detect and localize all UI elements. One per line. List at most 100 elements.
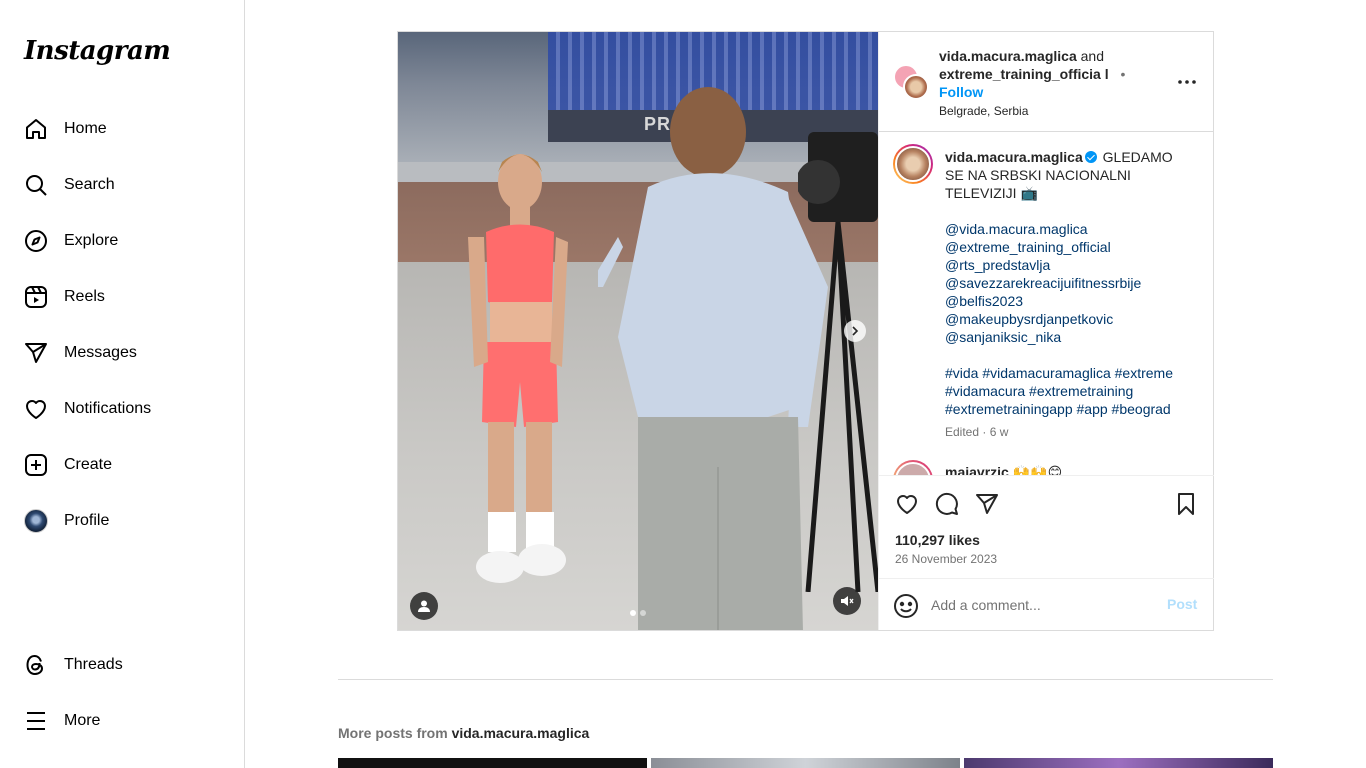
carousel-indicator	[630, 610, 646, 616]
user-icon	[418, 600, 430, 612]
hamburger-icon	[24, 709, 48, 733]
divider	[338, 679, 1273, 680]
author-link[interactable]: vida.macura.maglica	[939, 48, 1077, 64]
more-post-thumbnail[interactable]	[651, 758, 960, 768]
post-dialog: PR vida.macura.maglica and extreme_train…	[397, 31, 1214, 631]
plus-square-icon	[24, 453, 48, 477]
like-button[interactable]	[893, 490, 921, 518]
tv-camera	[798, 132, 878, 592]
location-link[interactable]: Belgrade, Serbia	[939, 104, 1028, 118]
post-date[interactable]: 26 November 2023	[895, 552, 997, 566]
sidebar-item-label: Search	[64, 176, 115, 193]
reels-icon	[24, 285, 48, 309]
sidebar-item-label: Home	[64, 120, 107, 137]
more-post-thumbnail[interactable]	[964, 758, 1273, 768]
collab-avatars[interactable]	[893, 64, 931, 102]
more-posts-user-link[interactable]: vida.macura.maglica	[452, 725, 590, 741]
comment-button[interactable]	[933, 490, 961, 518]
share-button[interactable]	[973, 490, 1001, 518]
comment-author[interactable]: majavrzic	[945, 464, 1009, 475]
sidebar-item-label: Explore	[64, 232, 119, 249]
more-posts-prefix: More posts from	[338, 725, 448, 741]
collaborator-link[interactable]: extreme_training_officia l	[939, 66, 1109, 82]
woman-figure	[468, 154, 568, 583]
sidebar-item-notifications[interactable]: Notifications	[12, 385, 232, 433]
sidebar-item-messages[interactable]: Messages	[12, 329, 232, 377]
search-icon	[24, 173, 48, 197]
caption-avatar[interactable]	[893, 144, 933, 184]
sidebar-item-label: Threads	[64, 656, 123, 673]
more-posts-heading: More posts from vida.macura.maglica	[338, 725, 589, 741]
post-media[interactable]: PR	[398, 32, 878, 630]
sidebar-item-label: Profile	[64, 512, 110, 529]
post-actions: 110,297 likes 26 November 2023	[879, 475, 1214, 578]
verified-badge-icon	[1084, 151, 1097, 163]
more-options-button[interactable]	[1175, 70, 1199, 94]
sidebar-item-search[interactable]: Search	[12, 161, 232, 209]
comment-avatar[interactable]	[893, 460, 933, 475]
more-post-thumbnail[interactable]	[338, 758, 647, 768]
sidebar-item-reels[interactable]: Reels	[12, 273, 232, 321]
comment-preview: majavrzic 🙌🙌😊	[893, 460, 1203, 475]
hashtags[interactable]: #vida #vidamacuramaglica #extreme #vidam…	[945, 365, 1173, 417]
instagram-logo[interactable]: Instagram	[24, 36, 171, 66]
mention-link[interactable]: @rts_predstavlja	[945, 256, 1195, 274]
post-side-panel: vida.macura.maglica and extreme_training…	[878, 32, 1214, 630]
caption-author[interactable]: vida.macura.maglica	[945, 149, 1083, 165]
sidebar-item-explore[interactable]: Explore	[12, 217, 232, 265]
tagged-users-button[interactable]	[410, 592, 438, 620]
likes-count[interactable]: 110,297 likes	[895, 532, 980, 548]
heart-icon	[897, 495, 917, 514]
comment-text: majavrzic 🙌🙌😊	[945, 464, 1062, 475]
avatar	[903, 74, 929, 100]
profile-icon-wrapper	[24, 509, 48, 533]
avatar	[895, 462, 931, 475]
comment-icon	[935, 492, 958, 515]
avatar	[24, 509, 48, 533]
mention-link[interactable]: @extreme_training_official	[945, 238, 1195, 256]
sidebar-item-label: Create	[64, 456, 113, 473]
sidebar-item-profile[interactable]: Profile	[12, 497, 232, 545]
compass-icon	[24, 229, 48, 253]
post-comment-button[interactable]: Post	[1167, 596, 1197, 612]
save-button[interactable]	[1172, 490, 1200, 518]
chevron-right-icon	[852, 326, 859, 336]
post-header: vida.macura.maglica and extreme_training…	[879, 32, 1214, 132]
speaker-muted-icon	[841, 596, 854, 606]
caption: vida.macura.maglica GLEDAMO SE NA SRBSKI…	[945, 148, 1195, 441]
sidebar-item-label: Reels	[64, 288, 105, 305]
comment-body: 🙌🙌😊	[1012, 464, 1063, 475]
sidebar-item-home[interactable]: Home	[12, 105, 232, 153]
avatar	[895, 146, 931, 182]
comment-box: Post	[879, 578, 1214, 630]
mention-link[interactable]: @makeupbysrdjanpetkovic	[945, 310, 1195, 328]
sidebar-item-more[interactable]: More	[12, 697, 232, 745]
sidebar-item-label: Messages	[64, 344, 137, 361]
bookmark-icon	[1178, 493, 1194, 515]
home-icon	[24, 117, 48, 141]
heart-icon	[24, 397, 48, 421]
sidebar-item-threads[interactable]: Threads	[12, 641, 232, 689]
carousel-next-button[interactable]	[844, 320, 866, 342]
emoji-icon[interactable]	[893, 593, 919, 619]
paper-plane-icon	[24, 341, 48, 365]
carousel-dot	[640, 610, 646, 616]
threads-icon	[24, 653, 48, 677]
post-header-text: vida.macura.maglica and extreme_training…	[939, 47, 1169, 120]
mention-link[interactable]: @belfis2023	[945, 292, 1195, 310]
mention-link[interactable]: @sanjaniksic_nika	[945, 328, 1195, 346]
comments-section: vida.macura.maglica GLEDAMO SE NA SRBSKI…	[879, 132, 1214, 475]
sidebar-item-create[interactable]: Create	[12, 441, 232, 489]
follow-button[interactable]: Follow	[939, 84, 983, 100]
ellipsis-icon	[1178, 80, 1196, 84]
mute-button[interactable]	[833, 587, 861, 615]
mention-link[interactable]: @vida.macura.maglica	[945, 220, 1195, 238]
comment-input[interactable]	[931, 595, 1151, 615]
mention-link[interactable]: @savezzarekreacijuifitnessrbije	[945, 274, 1195, 292]
caption-meta: Edited · 6 w	[945, 425, 1009, 439]
sidebar-item-label: Notifications	[64, 400, 152, 417]
carousel-dot-active	[630, 610, 636, 616]
paper-plane-icon	[976, 494, 998, 514]
separator-dot: •	[1120, 66, 1126, 82]
sidebar-item-label: More	[64, 712, 101, 729]
